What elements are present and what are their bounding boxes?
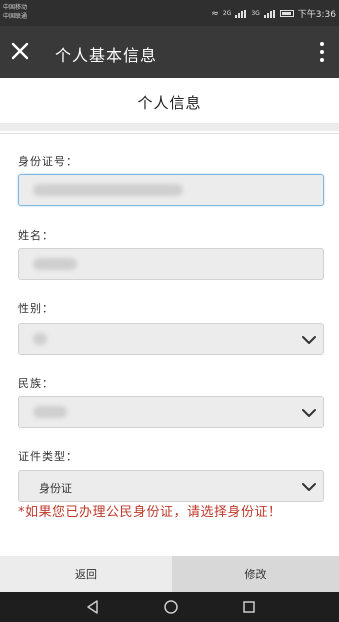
status-icons: ≈ 2G 3G 下午3:36 <box>211 7 336 21</box>
back-button[interactable]: 返回 <box>0 556 172 592</box>
divider <box>0 123 339 131</box>
section-heading: 个人信息 <box>137 94 202 112</box>
chevron-down-icon <box>302 336 316 344</box>
more-vert-icon <box>320 42 324 62</box>
carrier-info: 中国移动 中国联通 <box>3 3 27 21</box>
edit-button[interactable]: 修改 <box>172 556 339 592</box>
carrier-line-1: 中国移动 <box>3 4 28 11</box>
page-title: 个人基本信息 <box>55 46 158 65</box>
id-number-input[interactable] <box>18 174 324 206</box>
status-bar: 中国移动 中国联通 ≈ 2G 3G 下午3:36 <box>0 0 339 26</box>
id-type-warning: *如果您已办理公民身份证，请选择身份证！ <box>18 505 282 520</box>
gender-select[interactable] <box>18 323 324 355</box>
nav-back-icon <box>87 600 98 614</box>
battery-icon <box>279 10 294 17</box>
action-bar: 返回 修改 <box>0 556 339 592</box>
id-type-select[interactable]: 身份证 <box>18 470 324 502</box>
redacted-value <box>33 406 67 418</box>
wifi-icon: ≈ <box>211 8 219 19</box>
chevron-down-icon <box>302 409 316 417</box>
status-time: 下午3:36 <box>297 10 336 20</box>
title-bar: 个人基本信息 <box>0 26 339 78</box>
redacted-value <box>33 184 183 196</box>
name-label: 姓名： <box>18 229 54 242</box>
chevron-down-icon <box>302 483 316 491</box>
nav-home-button[interactable] <box>151 592 191 622</box>
id-number-label: 身份证号： <box>18 155 78 168</box>
ethnicity-select[interactable] <box>18 396 324 428</box>
carrier-line-2: 中国联通 <box>3 13 28 20</box>
nav-recents-icon <box>243 601 255 613</box>
id-type-value: 身份证 <box>39 482 72 495</box>
form-content: 个人信息 身份证号： 姓名： 性别： 民族： 证件类型： 身份证 *如果您已办理… <box>0 78 339 556</box>
gender-label: 性别： <box>18 302 54 315</box>
more-button[interactable] <box>315 39 329 65</box>
signal-icon <box>235 9 247 18</box>
name-input[interactable] <box>18 248 324 280</box>
redacted-value <box>33 258 77 270</box>
system-nav-bar <box>0 592 339 622</box>
close-button[interactable] <box>8 38 32 64</box>
ethnicity-label: 民族： <box>18 377 54 390</box>
nav-recents-button[interactable] <box>229 592 269 622</box>
id-type-label: 证件类型： <box>18 450 78 463</box>
nav-home-icon <box>164 600 178 614</box>
close-icon <box>11 42 29 60</box>
redacted-value <box>33 333 47 345</box>
signal-icon-2 <box>263 9 276 18</box>
network-type-1: 2G <box>222 10 232 17</box>
network-type-2: 3G <box>251 10 260 17</box>
nav-back-button[interactable] <box>73 592 113 622</box>
divider-line <box>0 133 339 134</box>
